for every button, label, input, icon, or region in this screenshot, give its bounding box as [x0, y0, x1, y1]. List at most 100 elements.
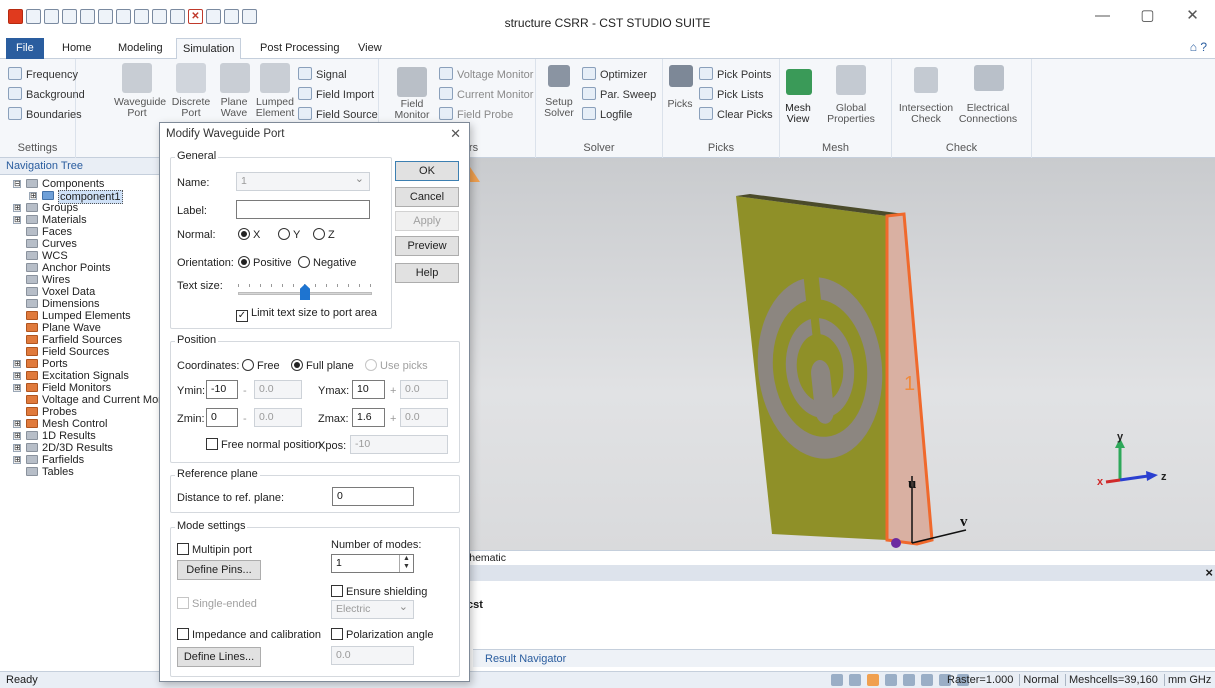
- tab-simulation[interactable]: Simulation: [176, 38, 242, 60]
- tree-item-2d-3d-results[interactable]: ⊞ 2D/3D Results: [0, 442, 159, 454]
- copy-icon[interactable]: [98, 9, 113, 24]
- tree-expander-icon[interactable]: ⊞: [29, 192, 37, 200]
- global-properties-button[interactable]: Global Properties: [826, 103, 876, 125]
- apply-button[interactable]: Apply: [395, 211, 459, 231]
- result-navigator-tab[interactable]: Result Navigator: [485, 653, 566, 665]
- tree-item-probes[interactable]: Probes: [0, 406, 159, 418]
- clear-picks-button[interactable]: Clear Picks: [699, 107, 773, 121]
- customize-icon[interactable]: [242, 9, 257, 24]
- lumped-element-button[interactable]: Lumped Element: [252, 97, 298, 119]
- save-icon[interactable]: [62, 9, 77, 24]
- field-import-button[interactable]: Field Import: [298, 87, 374, 101]
- zoom-window-status-icon[interactable]: [885, 674, 897, 686]
- help-icon[interactable]: ⌂ ?: [1190, 40, 1207, 54]
- tab-home[interactable]: Home: [56, 38, 97, 59]
- tree-item-tables[interactable]: Tables: [0, 466, 159, 478]
- boundaries-button[interactable]: Boundaries: [8, 107, 82, 121]
- multipin-port-checkbox[interactable]: Multipin port: [177, 543, 252, 556]
- tab-post-processing[interactable]: Post Processing: [254, 38, 345, 59]
- coords-full-plane-radio[interactable]: Full plane: [291, 359, 354, 372]
- tree-expander-icon[interactable]: ⊞: [13, 204, 21, 212]
- text-size-slider[interactable]: [238, 284, 372, 300]
- ymin-offset-input[interactable]: 0.0: [254, 380, 302, 399]
- frequency-button[interactable]: Frequency: [8, 67, 78, 81]
- polarization-angle-checkbox[interactable]: Polarization angle: [331, 628, 433, 641]
- paste-icon[interactable]: [116, 9, 131, 24]
- tree-item-component1[interactable]: ⊞ component1: [0, 190, 159, 204]
- tree-item-lumped-elements[interactable]: Lumped Elements: [0, 310, 159, 322]
- print-icon[interactable]: [134, 9, 149, 24]
- undo-icon[interactable]: [152, 9, 167, 24]
- plane-wave-button[interactable]: Plane Wave: [214, 97, 254, 119]
- tree-expander-icon[interactable]: ⊞: [13, 372, 21, 380]
- tree-item-dimensions[interactable]: Dimensions: [0, 298, 159, 310]
- number-of-modes-input[interactable]: 1 ▲ ▼: [331, 554, 414, 573]
- single-ended-checkbox[interactable]: Single-ended: [177, 597, 257, 610]
- logfile-button[interactable]: Logfile: [582, 107, 632, 121]
- tree-item-farfield-sources[interactable]: Farfield Sources: [0, 334, 159, 346]
- tab-modeling[interactable]: Modeling: [112, 38, 169, 59]
- tree-expander-icon[interactable]: ⊞: [13, 432, 21, 440]
- modes-spinner-icon[interactable]: ▲ ▼: [399, 555, 413, 572]
- distance-ref-plane-input[interactable]: 0: [332, 487, 414, 506]
- preview-button[interactable]: Preview: [395, 236, 459, 256]
- mesh-view-button[interactable]: Mesh View: [780, 103, 816, 125]
- tree-item-voltage-and-current-monito[interactable]: Voltage and Current Monito: [0, 394, 159, 406]
- impedance-calibration-checkbox[interactable]: Impedance and calibration: [177, 628, 321, 641]
- label-input[interactable]: [236, 200, 370, 219]
- tree-item-1d-results[interactable]: ⊞ 1D Results: [0, 430, 159, 442]
- pick-lists-button[interactable]: Pick Lists: [699, 87, 763, 101]
- tree-item-voxel-data[interactable]: Voxel Data: [0, 286, 159, 298]
- tree-item-components[interactable]: ⊟ Components: [0, 178, 159, 190]
- tree-expander-icon[interactable]: ⊞: [13, 360, 21, 368]
- name-dropdown[interactable]: 1: [236, 171, 370, 191]
- setup-solver-button[interactable]: Setup Solver: [540, 97, 578, 119]
- dialog-close-icon[interactable]: ✕: [450, 123, 461, 145]
- par-sweep-button[interactable]: Par. Sweep: [582, 87, 656, 101]
- orientation-positive-radio[interactable]: Positive: [238, 256, 292, 269]
- waveguide-port-button[interactable]: Waveguide Port: [114, 97, 166, 119]
- coords-free-radio[interactable]: Free: [242, 359, 280, 372]
- normal-y-radio[interactable]: Y: [278, 228, 300, 241]
- help-button[interactable]: Help: [395, 263, 459, 283]
- rotate-status-icon[interactable]: [867, 674, 879, 686]
- voltage-monitor-button[interactable]: Voltage Monitor: [439, 67, 533, 81]
- tree-item-wires[interactable]: Wires: [0, 274, 159, 286]
- minimize-button[interactable]: —: [1080, 0, 1125, 32]
- zoom-status-icon[interactable]: [831, 674, 843, 686]
- zmax-input[interactable]: 1.6: [352, 408, 385, 427]
- zmin-offset-input[interactable]: 0.0: [254, 408, 302, 427]
- limit-text-size-checkbox[interactable]: ✓ Limit text size to port area: [236, 307, 377, 322]
- tree-item-groups[interactable]: ⊞ Groups: [0, 202, 159, 214]
- zmax-offset-input[interactable]: 0.0: [400, 408, 448, 427]
- maximize-button[interactable]: ▢: [1125, 0, 1170, 32]
- ensure-shielding-checkbox[interactable]: Ensure shielding: [331, 585, 427, 598]
- tree-item-field-monitors[interactable]: ⊞ Field Monitors: [0, 382, 159, 394]
- tree-item-mesh-control[interactable]: ⊞ Mesh Control: [0, 418, 159, 430]
- polarization-angle-input[interactable]: 0.0: [331, 646, 414, 665]
- xpos-input[interactable]: -10: [350, 435, 448, 454]
- new-file-icon[interactable]: [26, 9, 41, 24]
- tree-expander-icon[interactable]: ⊞: [13, 444, 21, 452]
- grid-status-icon[interactable]: [921, 674, 933, 686]
- define-lines-button[interactable]: Define Lines...: [177, 647, 261, 667]
- tree-item-wcs[interactable]: WCS: [0, 250, 159, 262]
- define-pins-button[interactable]: Define Pins...: [177, 560, 261, 580]
- picks-button[interactable]: Picks: [665, 99, 695, 110]
- current-monitor-button[interactable]: Current Monitor: [439, 87, 533, 101]
- ymax-offset-input[interactable]: 0.0: [400, 380, 448, 399]
- save-all-icon[interactable]: [80, 9, 95, 24]
- pan-status-icon[interactable]: [849, 674, 861, 686]
- intersection-check-button[interactable]: Intersection Check: [898, 103, 954, 125]
- tree-item-excitation-signals[interactable]: ⊞ Excitation Signals: [0, 370, 159, 382]
- tree-item-ports[interactable]: ⊞ Ports: [0, 358, 159, 370]
- open-icon[interactable]: [44, 9, 59, 24]
- discrete-port-button[interactable]: Discrete Port: [168, 97, 214, 119]
- electrical-connections-button[interactable]: Electrical Connections: [958, 103, 1018, 125]
- cancel-button[interactable]: Cancel: [395, 187, 459, 207]
- tree-item-materials[interactable]: ⊞ Materials: [0, 214, 159, 226]
- tree-item-curves[interactable]: Curves: [0, 238, 159, 250]
- tab-view[interactable]: View: [352, 38, 388, 59]
- reset-view-status-icon[interactable]: [903, 674, 915, 686]
- background-button[interactable]: Background: [8, 87, 85, 101]
